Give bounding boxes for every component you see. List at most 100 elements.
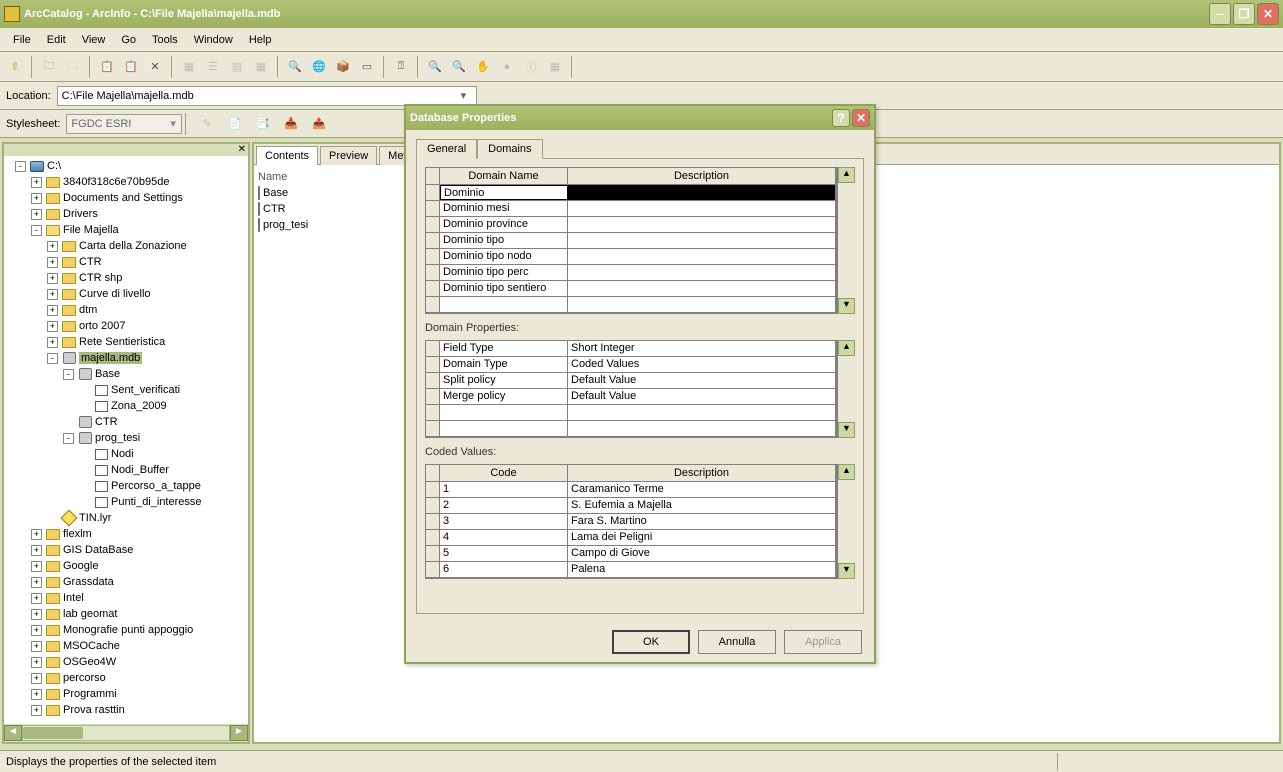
toolbox-icon[interactable]: 📦: [332, 56, 354, 78]
tab-contents[interactable]: Contents: [256, 146, 318, 165]
expand-icon[interactable]: +: [31, 657, 42, 668]
tree-item[interactable]: -prog_tesi: [4, 430, 248, 446]
domains-grid[interactable]: Domain Name Description DominioDominio m…: [425, 167, 837, 314]
tree-item[interactable]: +Monografie punti appoggio: [4, 622, 248, 638]
property-row[interactable]: [426, 421, 836, 437]
tree-item[interactable]: CTR: [4, 414, 248, 430]
minimize-button[interactable]: ─: [1209, 3, 1231, 25]
tree-item[interactable]: +percorso: [4, 670, 248, 686]
domains-scrollbar[interactable]: ▲ ▼: [837, 167, 855, 314]
ok-button[interactable]: OK: [612, 630, 690, 654]
scroll-left-icon[interactable]: ◄: [4, 725, 22, 741]
expand-icon[interactable]: +: [31, 705, 42, 716]
domain-row[interactable]: Dominio tipo nodo: [426, 249, 836, 265]
tree-item[interactable]: +dtm: [4, 302, 248, 318]
location-input[interactable]: [57, 86, 477, 106]
tree-item[interactable]: TIN.lyr: [4, 510, 248, 526]
tree-item[interactable]: -majella.mdb: [4, 350, 248, 366]
expand-icon[interactable]: +: [31, 625, 42, 636]
coded-scrollbar[interactable]: ▲ ▼: [837, 464, 855, 579]
close-button[interactable]: ✕: [1257, 3, 1279, 25]
catalog-tree[interactable]: -C:\+3840f318c6e70b95de+Documents and Se…: [4, 156, 248, 724]
coded-value-row[interactable]: 1Caramanico Terme: [426, 482, 836, 498]
expand-icon[interactable]: +: [47, 305, 58, 316]
coded-values-grid[interactable]: Code Description 1Caramanico Terme2S. Eu…: [425, 464, 837, 579]
scroll-right-icon[interactable]: ►: [230, 725, 248, 741]
expand-icon[interactable]: -: [63, 369, 74, 380]
scroll-up-icon[interactable]: ▲: [838, 340, 855, 356]
expand-icon[interactable]: -: [47, 353, 58, 364]
tree-item[interactable]: +GIS DataBase: [4, 542, 248, 558]
domains-col-name[interactable]: Domain Name: [440, 168, 568, 184]
domain-row[interactable]: Dominio mesi: [426, 201, 836, 217]
coded-col-code[interactable]: Code: [440, 465, 568, 481]
coded-value-row[interactable]: 4Lama dei Peligni: [426, 530, 836, 546]
delete-icon[interactable]: ✕: [144, 56, 166, 78]
scroll-up-icon[interactable]: ▲: [838, 167, 855, 183]
expand-icon[interactable]: +: [31, 177, 42, 188]
domain-properties-grid[interactable]: Field TypeShort IntegerDomain TypeCoded …: [425, 340, 837, 438]
up-icon[interactable]: ⇧: [4, 56, 26, 78]
expand-icon[interactable]: +: [31, 577, 42, 588]
property-row[interactable]: Domain TypeCoded Values: [426, 357, 836, 373]
tree-hscrollbar[interactable]: ◄ ►: [4, 724, 248, 742]
expand-icon[interactable]: +: [47, 337, 58, 348]
domain-row[interactable]: Dominio province: [426, 217, 836, 233]
expand-icon[interactable]: +: [31, 609, 42, 620]
dialog-close-button[interactable]: ✕: [852, 109, 870, 127]
tree-close-icon[interactable]: ✕: [238, 144, 246, 155]
domains-col-desc[interactable]: Description: [568, 168, 836, 184]
tree-item[interactable]: -Base: [4, 366, 248, 382]
window-icon[interactable]: ▭: [356, 56, 378, 78]
menu-go[interactable]: Go: [114, 31, 143, 49]
tree-item[interactable]: Sent_verificati: [4, 382, 248, 398]
scroll-up-icon[interactable]: ▲: [838, 464, 855, 480]
tree-item[interactable]: +Curve di livello: [4, 286, 248, 302]
copy-icon[interactable]: 📋: [96, 56, 118, 78]
tree-item[interactable]: +OSGeo4W: [4, 654, 248, 670]
coded-col-desc[interactable]: Description: [568, 465, 836, 481]
apply-button[interactable]: Applica: [784, 630, 862, 654]
tree-item[interactable]: +CTR shp: [4, 270, 248, 286]
tree-item[interactable]: Zona_2009: [4, 398, 248, 414]
cancel-button[interactable]: Annulla: [698, 630, 776, 654]
expand-icon[interactable]: +: [31, 593, 42, 604]
tree-item[interactable]: +Carta della Zonazione: [4, 238, 248, 254]
expand-icon[interactable]: +: [31, 529, 42, 540]
domain-row[interactable]: [426, 297, 836, 313]
tree-item[interactable]: Nodi_Buffer: [4, 462, 248, 478]
tree-item[interactable]: -C:\: [4, 158, 248, 174]
expand-icon[interactable]: +: [31, 561, 42, 572]
expand-icon[interactable]: +: [47, 273, 58, 284]
scroll-down-icon[interactable]: ▼: [838, 563, 855, 579]
tree-item[interactable]: +lab geomat: [4, 606, 248, 622]
tree-item[interactable]: +3840f318c6e70b95de: [4, 174, 248, 190]
expand-icon[interactable]: +: [31, 689, 42, 700]
expand-icon[interactable]: +: [47, 241, 58, 252]
connect-icon[interactable]: 🗀: [38, 56, 60, 78]
domain-row[interactable]: Dominio tipo: [426, 233, 836, 249]
domain-row[interactable]: Dominio tipo perc: [426, 265, 836, 281]
scroll-down-icon[interactable]: ▼: [838, 422, 855, 438]
arcmap-icon[interactable]: 🌐: [308, 56, 330, 78]
tree-item[interactable]: -File Majella: [4, 222, 248, 238]
expand-icon[interactable]: +: [47, 257, 58, 268]
expand-icon[interactable]: +: [47, 321, 58, 332]
dialog-tab-general[interactable]: General: [416, 139, 477, 159]
property-row[interactable]: Merge policyDefault Value: [426, 389, 836, 405]
tree-item[interactable]: Nodi: [4, 446, 248, 462]
menu-file[interactable]: File: [6, 31, 38, 49]
tree-item[interactable]: +CTR: [4, 254, 248, 270]
expand-icon[interactable]: +: [31, 545, 42, 556]
property-row[interactable]: Field TypeShort Integer: [426, 341, 836, 357]
expand-icon[interactable]: +: [31, 673, 42, 684]
tree-item[interactable]: +Programmi: [4, 686, 248, 702]
tab-preview[interactable]: Preview: [320, 146, 377, 165]
expand-icon[interactable]: +: [31, 193, 42, 204]
tree-item[interactable]: +Intel: [4, 590, 248, 606]
tree-item[interactable]: +Prova rasttin: [4, 702, 248, 718]
tree-item[interactable]: +orto 2007: [4, 318, 248, 334]
tree-item[interactable]: +MSOCache: [4, 638, 248, 654]
tree-item[interactable]: Percorso_a_tappe: [4, 478, 248, 494]
coded-value-row[interactable]: 5Campo di Giove: [426, 546, 836, 562]
